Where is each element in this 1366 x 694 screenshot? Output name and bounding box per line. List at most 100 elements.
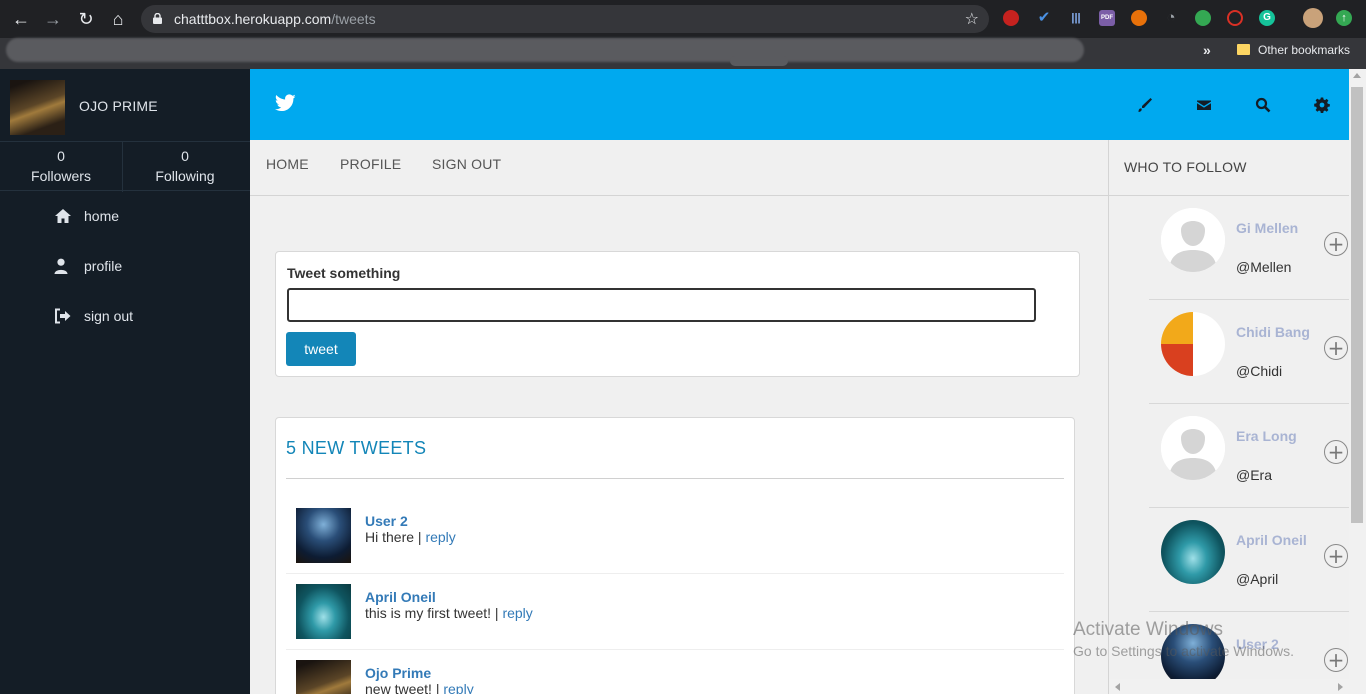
url-path: /tweets: [331, 11, 376, 27]
profile-username: OJO PRIME: [79, 98, 158, 114]
extension-green-icon[interactable]: [1195, 10, 1211, 26]
follow-name[interactable]: Era Long: [1236, 428, 1297, 444]
forward-arrow-icon[interactable]: →: [43, 9, 63, 29]
bookmarks-overflow-button[interactable]: »: [1203, 42, 1211, 58]
sidebar-item-sign-out[interactable]: sign out: [54, 305, 133, 327]
pencil-icon[interactable]: [1137, 97, 1153, 113]
default-user-icon: [1161, 208, 1225, 272]
nav-profile[interactable]: PROFILE: [340, 156, 401, 172]
tweet-author[interactable]: April Oneil: [365, 589, 436, 605]
following-stat[interactable]: 0 Following: [124, 142, 246, 192]
gear-icon[interactable]: [1314, 97, 1330, 113]
home-icon: [55, 209, 71, 223]
follow-suggestion: Chidi Bang @Chidi +: [1149, 300, 1349, 404]
follow-name[interactable]: Chidi Bang: [1236, 324, 1310, 340]
tweet-avatar[interactable]: [296, 660, 351, 694]
nav-home[interactable]: HOME: [266, 156, 309, 172]
bookmark-star-icon[interactable]: ☆: [965, 9, 979, 29]
tweet-author[interactable]: Ojo Prime: [365, 665, 431, 681]
tweet-item: User 2 Hi there | reply: [286, 498, 1064, 574]
feed-title: 5 NEW TWEETS: [286, 438, 427, 458]
tweet-avatar[interactable]: [296, 508, 351, 563]
extension-orange-icon[interactable]: [1131, 10, 1147, 26]
followers-count: 0: [57, 148, 65, 164]
follow-add-button[interactable]: +: [1324, 440, 1348, 464]
search-icon[interactable]: [1255, 97, 1271, 113]
follow-avatar[interactable]: [1161, 312, 1225, 376]
main-content: HOME PROFILE SIGN OUT Tweet something tw…: [250, 140, 1108, 694]
reply-link[interactable]: reply: [502, 605, 532, 621]
folder-icon: [1237, 44, 1250, 55]
app-header: [250, 69, 1349, 140]
avatar[interactable]: [10, 80, 65, 135]
sidebar-item-profile[interactable]: profile: [54, 255, 122, 277]
follow-add-button[interactable]: +: [1324, 648, 1348, 672]
tweet-body: new tweet! | reply: [365, 681, 474, 694]
tweet-input[interactable]: [287, 288, 1036, 322]
tweet-text: new tweet! |: [365, 681, 440, 694]
blurred-bookmarks: [6, 38, 1084, 62]
follow-name[interactable]: Gi Mellen: [1236, 220, 1298, 236]
follow-add-button[interactable]: +: [1324, 544, 1348, 568]
following-label: Following: [155, 168, 215, 184]
profile-avatar-icon[interactable]: [1303, 8, 1323, 28]
blurred-bookmarks-extra: [730, 56, 788, 66]
follow-suggestion: April Oneil @April +: [1149, 508, 1349, 612]
nav-sign-out[interactable]: SIGN OUT: [432, 156, 501, 172]
tweet-composer-label: Tweet something: [287, 265, 401, 281]
extension-pdf-icon[interactable]: PDF: [1099, 10, 1115, 26]
extension-check-icon[interactable]: ✔: [1036, 10, 1052, 26]
tweet-composer: Tweet something tweet: [275, 251, 1080, 377]
following-count: 0: [181, 148, 189, 164]
url-host: chatttbox.herokuapp.com: [174, 11, 332, 27]
update-icon[interactable]: ↑: [1336, 10, 1352, 26]
sign-out-icon: [55, 308, 71, 324]
tweet-author[interactable]: User 2: [365, 513, 408, 529]
follow-name[interactable]: User 2: [1236, 636, 1279, 652]
tweet-avatar[interactable]: [296, 584, 351, 639]
follow-handle: @Mellen: [1236, 259, 1292, 275]
reply-link[interactable]: reply: [443, 681, 473, 694]
envelope-icon[interactable]: [1196, 97, 1212, 113]
scroll-left-arrow-icon[interactable]: [1115, 683, 1120, 691]
user-icon: [54, 258, 68, 274]
follow-suggestion: Era Long @Era +: [1149, 404, 1349, 508]
scroll-up-arrow-icon[interactable]: [1353, 73, 1361, 78]
follow-avatar[interactable]: [1161, 208, 1225, 272]
followers-stat[interactable]: 0 Followers: [0, 142, 122, 192]
profile-stats: 0 Followers 0 Following: [0, 141, 250, 192]
extension-blocker-icon[interactable]: [1003, 10, 1019, 26]
extension-grammarly-icon[interactable]: G: [1259, 10, 1275, 26]
sidebar-item-home[interactable]: home: [54, 205, 119, 227]
tweet-text: this is my first tweet! |: [365, 605, 499, 621]
sidebar-item-label: sign out: [84, 308, 134, 324]
scrollbar-thumb[interactable]: [1351, 87, 1363, 523]
tweet-button[interactable]: tweet: [286, 332, 356, 366]
page-scrollbar[interactable]: [1349, 69, 1366, 694]
other-bookmarks-link[interactable]: Other bookmarks: [1258, 43, 1350, 57]
home-page-icon[interactable]: ⌂: [108, 9, 128, 29]
back-arrow-icon[interactable]: ←: [11, 9, 31, 29]
follow-add-button[interactable]: +: [1324, 232, 1348, 256]
browser-toolbar: ← → ↻ ⌂ chatttbox.herokuapp.com/tweets ☆…: [0, 0, 1366, 38]
twitter-bird-icon[interactable]: [275, 94, 296, 112]
address-bar[interactable]: chatttbox.herokuapp.com/tweets ☆: [141, 5, 989, 33]
follow-handle: @April: [1236, 571, 1279, 587]
tweet-item: Ojo Prime new tweet! | reply: [286, 650, 1064, 694]
extension-red-ring-icon[interactable]: [1227, 10, 1243, 26]
follow-handle: @Chidi: [1236, 363, 1283, 379]
extension-equalizer-icon[interactable]: |||: [1068, 10, 1084, 26]
panel-horizontal-scrollbar[interactable]: [1109, 679, 1349, 694]
tweet-feed: 5 NEW TWEETS User 2 Hi there | reply Apr…: [275, 417, 1075, 694]
extension-c-icon[interactable]: ◔: [1163, 10, 1179, 26]
reload-icon[interactable]: ↻: [76, 9, 96, 29]
scroll-right-arrow-icon[interactable]: [1338, 683, 1343, 691]
tweet-body: this is my first tweet! | reply: [365, 605, 533, 621]
follow-handle: @Era: [1236, 467, 1272, 483]
follow-add-button[interactable]: +: [1324, 336, 1348, 360]
reply-link[interactable]: reply: [425, 529, 455, 545]
follow-avatar[interactable]: [1161, 520, 1225, 584]
follow-avatar[interactable]: [1161, 416, 1225, 480]
lock-icon: [153, 13, 162, 24]
follow-name[interactable]: April Oneil: [1236, 532, 1307, 548]
